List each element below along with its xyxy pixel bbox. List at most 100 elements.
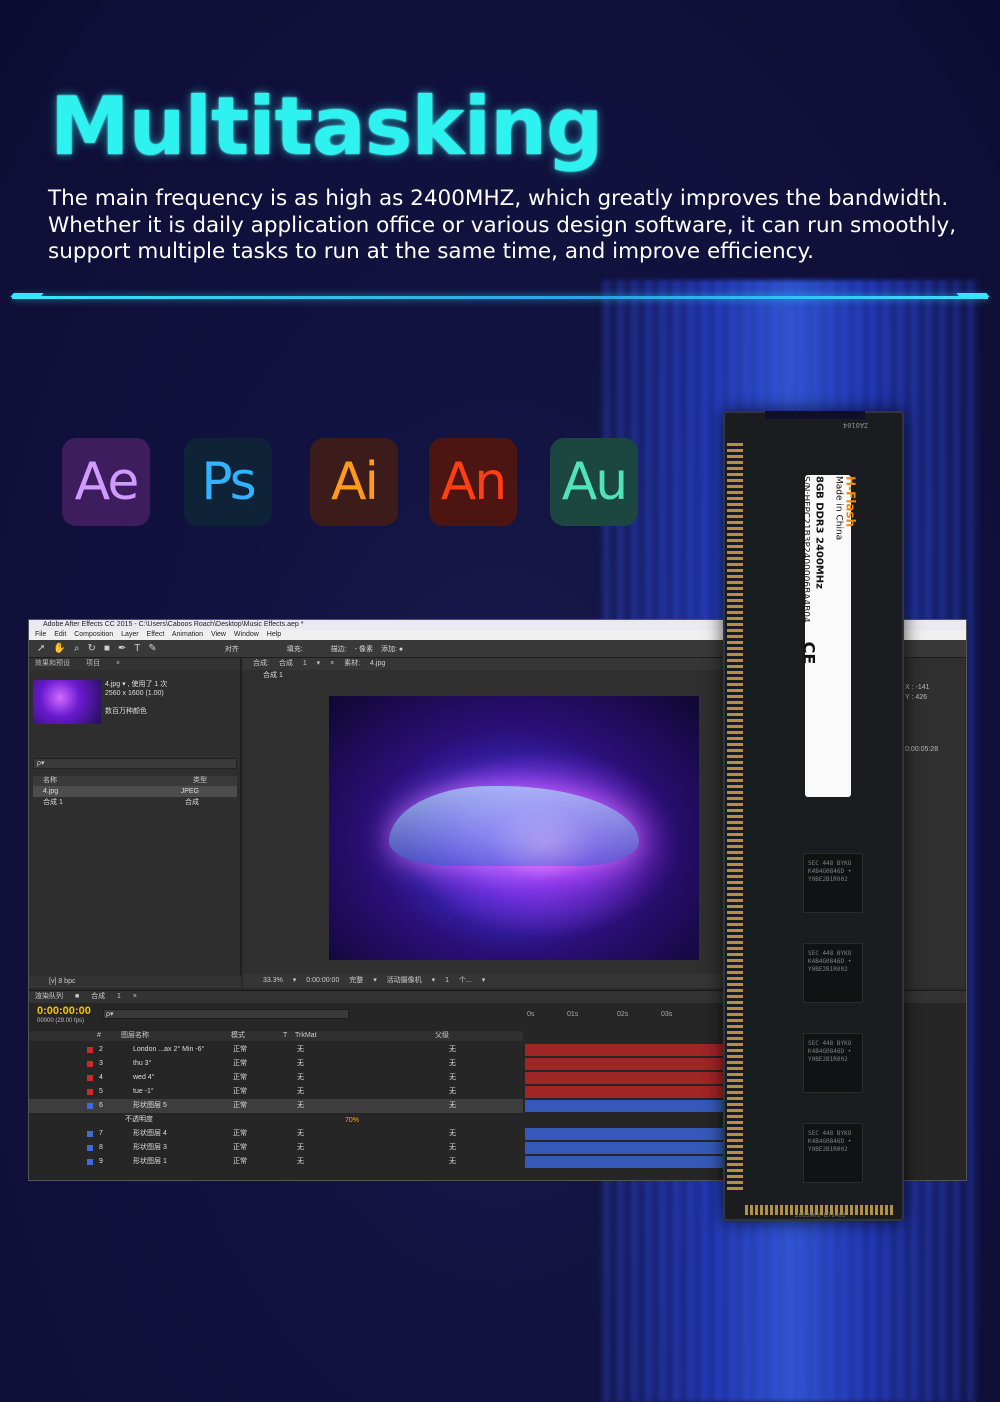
layer-num: 6 [99,1102,103,1109]
layer-mode[interactable]: 正常 [233,1043,247,1057]
name-column-header[interactable]: 名称 [43,776,57,786]
layer-mode[interactable]: 正常 [233,1141,247,1155]
layer-name: London ...ax 2° Min -6° [133,1046,205,1053]
hand-tool-icon[interactable]: ✋ [53,643,65,654]
mode-col: 模式 [231,1032,245,1039]
table-row[interactable]: 5 tue -1° 正常 无 无 [29,1085,523,1099]
layer-parent[interactable]: 无 [449,1043,456,1057]
layer-parent[interactable]: 无 [449,1155,456,1169]
stroke-label[interactable]: 描边: [331,644,347,654]
layer-duration-bar[interactable] [525,1156,725,1168]
layer-parent[interactable]: 无 [449,1099,456,1113]
timeline-search-input[interactable]: ρ▾ [103,1009,349,1019]
ce-mark: CE [799,641,819,665]
ram-brand: H-Flash [843,476,858,528]
label-color [87,1131,93,1137]
project-search-input[interactable]: ρ▾ [33,758,237,769]
layer-duration-bar[interactable] [525,1044,725,1056]
table-row[interactable]: 7 形状图层 4 正常 无 无 [29,1127,523,1141]
table-row[interactable]: 3 thu 3° 正常 无 无 [29,1057,523,1071]
layer-trkmat[interactable]: 无 [297,1127,304,1141]
layer-duration-bar[interactable] [525,1058,725,1070]
divider-line [12,296,988,299]
layer-name: wed 4° [133,1074,155,1081]
layer-trkmat[interactable]: 无 [297,1141,304,1155]
layer-trkmat[interactable]: 无 [297,1043,304,1057]
layer-name: 形状图层 1 [133,1158,167,1165]
layer-name: 形状图层 4 [133,1130,167,1137]
description: The main frequency is as high as 2400MHZ… [48,186,957,264]
fill-label[interactable]: 填充: [287,644,303,654]
brush-tool-icon[interactable]: ✎ [148,643,156,654]
layer-mode[interactable]: 正常 [233,1071,247,1085]
layer-mode[interactable]: 正常 [233,1127,247,1141]
layer-trkmat[interactable]: 无 [297,1099,304,1113]
current-timecode[interactable]: 0:00:00:00 00000 (29.00 fps) [37,1006,91,1026]
asset-dimensions: 2560 x 1600 (1.00) [105,690,164,697]
animate-icon: An [429,438,517,526]
layer-num: 7 [99,1130,103,1137]
project-panel-tabs[interactable]: 效果和预设 项目 × [29,658,240,670]
table-row[interactable]: 9 形状图层 1 正常 无 无 [29,1155,523,1169]
layer-num: 5 [99,1088,103,1095]
layer-num: 8 [99,1144,103,1151]
layer-trkmat[interactable]: 无 [297,1071,304,1085]
list-item[interactable]: 合成 1 合成 [33,797,237,808]
memory-chip: SEC 448 BYKO K4B4G0846D • Y0BE2B1R002 [803,943,863,1003]
layer-parent[interactable]: 无 [449,1057,456,1071]
layer-duration-bar[interactable] [525,1086,725,1098]
file-list-header: 名称 类型 [33,776,237,786]
list-item[interactable]: 4.jpg JPEG [33,786,237,797]
table-row[interactable]: 不透明度 [29,1113,523,1127]
ram-label: H-Flash Made in China 8GB DDR3 2400MHz S… [800,475,858,797]
layer-trkmat[interactable]: 无 [297,1057,304,1071]
layer-mode[interactable]: 正常 [233,1155,247,1169]
asset-name: 4.jpg ▾ , 使用了 1 次 [105,681,168,688]
pen-tool-icon[interactable]: ✒ [118,643,126,654]
asset-meta: 4.jpg ▾ , 使用了 1 次 2560 x 1600 (1.00) 数百万… [105,680,167,716]
table-row[interactable]: 4 wed 4° 正常 无 无 [29,1071,523,1085]
layer-duration-bar[interactable] [525,1128,725,1140]
align-label[interactable]: 对齐 [225,644,239,654]
layer-duration-bar[interactable] [525,1072,725,1084]
layer-duration-bar[interactable] [525,1100,725,1112]
add-label[interactable]: 添加: ● [381,644,403,654]
table-row[interactable]: 6 形状图层 5 正常 无 无 [29,1099,523,1113]
composition-viewer[interactable] [329,696,699,960]
ram-label-text: H-Flash Made in China 8GB DDR3 2400MHz S… [799,476,858,796]
layer-mode[interactable]: 正常 [233,1057,247,1071]
file-name: 4.jpg [43,788,59,795]
time-ruler[interactable]: 0s 01s 02s 03s [523,1007,723,1021]
ram-notch [765,411,865,419]
opacity-value[interactable]: 70% [345,1117,359,1124]
layer-parent[interactable]: 无 [449,1071,456,1085]
text-tool-icon[interactable]: T [134,643,140,654]
composition-tabs[interactable]: 合成: 合成 1 ▾ × 素材: 4.jpg [243,658,743,670]
layer-parent[interactable]: 无 [449,1127,456,1141]
shape-tool-icon[interactable]: ■ [104,643,110,654]
composition-name-tab[interactable]: 合成 1 [243,670,743,682]
num-col: # [97,1032,101,1039]
illustrator-icon: Ai [310,438,398,526]
table-row[interactable]: 2 London ...ax 2° Min -6° 正常 无 无 [29,1043,523,1057]
table-row[interactable]: 8 形状图层 3 正常 无 无 [29,1141,523,1155]
layer-mode[interactable]: 正常 [233,1099,247,1113]
layer-trkmat[interactable]: 无 [297,1155,304,1169]
viewer-footer[interactable]: 33.3% ▾ 0:00:00:00 完整 ▾ 活动摄像机 ▾ 1 个... ▾ [243,974,743,988]
layer-parent[interactable]: 无 [449,1141,456,1155]
label-color [87,1145,93,1151]
info-x: X : -141 [905,684,930,691]
zoom-tool-icon[interactable]: ⌕ [74,643,80,654]
type-column-header[interactable]: 类型 [193,776,207,786]
selection-tool-icon[interactable]: ➚ [37,643,45,654]
layer-parent[interactable]: 无 [449,1085,456,1099]
layer-name: 形状图层 5 [133,1102,167,1109]
layer-mode[interactable]: 正常 [233,1085,247,1099]
project-file-list: 名称 类型 4.jpg JPEG 合成 1 合成 [33,776,237,808]
rotate-tool-icon[interactable]: ↻ [87,643,95,654]
layer-trkmat[interactable]: 无 [297,1085,304,1099]
layer-duration-bar[interactable] [525,1142,725,1154]
property-name: 不透明度 [125,1116,153,1123]
stroke-width-label[interactable]: - 像素 [355,644,373,654]
file-type: 合成 [185,799,199,806]
